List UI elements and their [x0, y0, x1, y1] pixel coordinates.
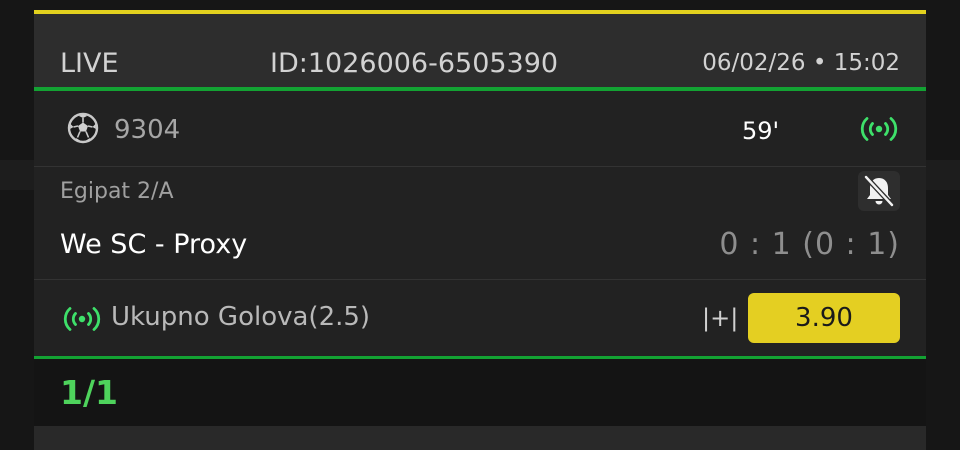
ticket-footer: 1/1: [34, 359, 926, 426]
selection-row: Ukupno Golova(2.5) |+| 3.90: [34, 280, 926, 356]
live-broadcast-icon: [860, 117, 898, 141]
event-code: 9304: [114, 115, 181, 145]
odds-button[interactable]: 3.90: [748, 293, 900, 343]
event-id: ID:1026006-6505390: [270, 48, 559, 79]
live-broadcast-icon: [63, 307, 101, 331]
match-score: 0 : 1 (0 : 1): [719, 227, 900, 262]
soccer-ball-icon: [67, 112, 99, 144]
market-name: Ukupno Golova(2.5): [111, 302, 371, 332]
next-card-edge: [34, 426, 926, 450]
bell-off-icon: [864, 175, 894, 207]
bet-ticket-screen: LIVE ID:1026006-6505390 06/02/26 • 15:02…: [0, 0, 960, 450]
odds-type-indicator: |+|: [702, 304, 739, 332]
match-row: Egipat 2/A We SC - Proxy 0 : 1 (0 : 1): [34, 167, 926, 280]
league-name: Egipat 2/A: [60, 179, 174, 204]
match-teams: We SC - Proxy: [60, 229, 248, 260]
right-shade: [924, 160, 960, 190]
ticket-header: LIVE ID:1026006-6505390 06/02/26 • 15:02: [34, 14, 926, 87]
ticket-counter: 1/1: [60, 373, 118, 412]
match-minute: 59': [742, 117, 780, 145]
event-info-row: 9304 59': [34, 91, 926, 167]
left-shade: [0, 160, 34, 190]
bet-card: LIVE ID:1026006-6505390 06/02/26 • 15:02…: [34, 0, 926, 450]
mute-notifications-button[interactable]: [858, 171, 900, 211]
live-label: LIVE: [60, 48, 119, 79]
event-datetime: 06/02/26 • 15:02: [702, 50, 900, 76]
